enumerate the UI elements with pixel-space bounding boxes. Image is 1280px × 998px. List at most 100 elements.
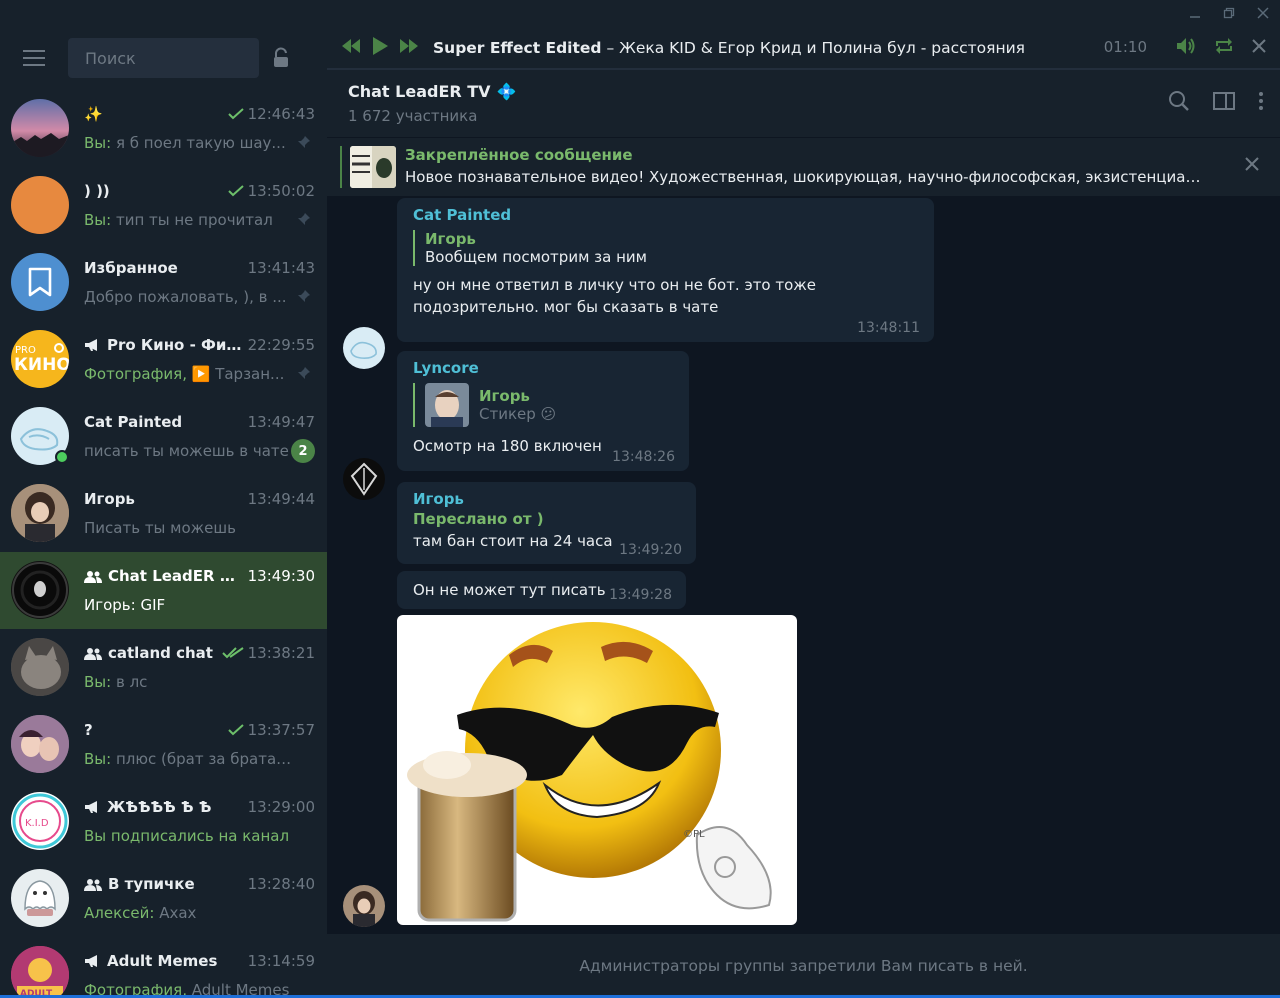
close-player-icon[interactable] (1252, 39, 1266, 57)
avatar (11, 484, 69, 542)
dialog-title: catland chat (84, 642, 244, 664)
player-controls (341, 37, 419, 59)
online-indicator (55, 450, 69, 464)
dialog-time: 13:41:43 (247, 259, 315, 277)
pinned-message[interactable]: Закреплённое сообщение Новое познаватель… (327, 138, 1280, 196)
more-icon[interactable] (1258, 91, 1264, 115)
pin-icon (297, 289, 311, 307)
pin-icon (297, 366, 311, 384)
dialog-preview: Фотография, ▶️ Тарзан... (84, 365, 285, 383)
volume-icon[interactable] (1176, 37, 1196, 59)
pinned-title: Закреплённое сообщение (405, 146, 633, 164)
close-pinned-icon[interactable] (1244, 156, 1260, 176)
group-icon (84, 570, 102, 583)
avatar[interactable] (343, 885, 385, 927)
dialog-time: 12:46:43 (227, 105, 315, 123)
dialog-title: Избранное (84, 259, 178, 277)
diamond-emoji: 💠 (496, 82, 517, 101)
dialog-time: 13:50:02 (227, 182, 315, 200)
dialog-preview: Писать ты можешь (84, 519, 236, 537)
avatar[interactable] (343, 327, 385, 369)
megaphone-icon (84, 338, 101, 352)
close-window-icon[interactable] (1246, 0, 1280, 26)
repeat-icon[interactable] (1214, 37, 1234, 59)
dialog-item[interactable]: ✨ 12:46:43 Вы: я б поел такую шау... (0, 90, 327, 167)
sticker-thumbnail (425, 383, 469, 427)
message-text: ну он мне ответил в личку что он не бот.… (413, 276, 817, 316)
dialog-time: 13:28:40 (247, 875, 315, 893)
next-track-icon[interactable] (399, 39, 419, 57)
window-titlebar (0, 0, 1280, 26)
chat-header: Chat LeadER TV 💠 1 672 участника (327, 70, 1280, 138)
reply-quote[interactable]: Игорь Стикер 😕 (413, 383, 673, 427)
dialog-item[interactable]: ? 13:37:57 Вы: плюс (брат за брата) эта.… (0, 706, 327, 783)
dialog-time: 13:49:47 (247, 413, 315, 431)
dialog-preview: Вы: в лс (84, 673, 148, 691)
sidebar-toggle-icon[interactable] (1212, 91, 1236, 115)
dialog-item-active[interactable]: Chat LeadER TV ... 13:49:30 Игорь: GIF (0, 552, 327, 629)
dialog-preview: Алексей: Ахах (84, 904, 197, 922)
member-count: 1 672 участника (348, 107, 478, 125)
dialog-item[interactable]: В тупичке 13:28:40 Алексей: Ахах (0, 860, 327, 937)
minimize-icon[interactable] (1178, 0, 1212, 26)
forwarded-from[interactable]: Переслано от ) (413, 508, 680, 530)
dialog-title: Chat LeadER TV ... (84, 565, 244, 587)
avatar[interactable] (343, 458, 385, 500)
message-bubble[interactable]: Игорь Переслано от ) там бан стоит на 24… (397, 482, 696, 564)
sidebar: ✨ 12:46:43 Вы: я б поел такую шау... ) )… (0, 26, 327, 998)
search-icon[interactable] (1168, 90, 1190, 116)
dialog-item[interactable]: PRO КИНО Pro Кино - Фил... 22:29:55 Фотог… (0, 321, 327, 398)
header-actions (1168, 90, 1264, 116)
bookmark-icon (11, 253, 69, 311)
message-bubble[interactable]: Cat Painted Игорь Вообщем посмотрим за н… (397, 198, 934, 342)
pinned-text: Новое познавательное видео! Художественн… (405, 168, 1205, 186)
play-icon[interactable] (371, 37, 389, 59)
megaphone-icon (84, 954, 101, 968)
dialog-item[interactable]: catland chat 13:38:21 Вы: в лс (0, 629, 327, 706)
message-bubble[interactable]: Lyncore Игорь Стикер 😕 Осмотр на 180 вкл… (397, 351, 689, 471)
window-controls (1178, 0, 1280, 26)
message-time: 13:49:28 (609, 587, 672, 603)
previous-track-icon[interactable] (341, 39, 361, 57)
search-input[interactable] (68, 38, 259, 78)
dialog-item[interactable]: Избранное 13:41:43 Добро пожаловать, ), … (0, 244, 327, 321)
message-history: Cat Painted Игорь Вообщем посмотрим за н… (327, 196, 1280, 934)
dialog-title: Adult Memes (84, 950, 244, 972)
media-player: Super Effect Edited – Жека KID & Егор Кр… (327, 26, 1280, 70)
dialog-item[interactable]: ADULT Adult Memes 13:14:59 Фотография, A… (0, 937, 327, 998)
lock-icon[interactable] (259, 26, 305, 90)
dialog-preview: Игорь: GIF (84, 596, 166, 614)
player-right-controls (1176, 26, 1266, 70)
dialog-item[interactable]: Игорь 13:49:44 Писать ты можешь (0, 475, 327, 552)
chat-area: Super Effect Edited – Жека KID & Егор Кр… (327, 26, 1280, 998)
dialog-preview: Добро пожаловать, ), в ... (84, 288, 287, 306)
pin-icon (297, 135, 311, 153)
chat-title[interactable]: Chat LeadER TV 💠 (348, 82, 516, 101)
dialog-time: 13:29:00 (247, 798, 315, 816)
composer-restricted-notice: Администраторы группы запретили Вам писа… (327, 934, 1280, 998)
avatar (11, 561, 69, 619)
track-title[interactable]: Super Effect Edited – Жека KID & Егор Кр… (433, 39, 1025, 57)
read-check-icon (227, 108, 244, 120)
dialog-preview: Вы: плюс (брат за брата) эта... (84, 750, 294, 768)
restore-icon[interactable] (1212, 0, 1246, 26)
dialog-item[interactable]: Cat Painted 13:49:47 писать ты можешь в … (0, 398, 327, 475)
pinned-bar (340, 146, 342, 188)
megaphone-icon (84, 800, 101, 814)
message-bubble[interactable]: Он не может тут писать 13:49:28 (397, 571, 686, 609)
dialog-time: 22:29:55 (247, 336, 315, 354)
reply-quote[interactable]: Игорь Вообщем посмотрим за ним (413, 230, 918, 266)
dialog-item[interactable]: K.I.D ЖѢѢѢѢ Ѣ Ѣ 13:29:00 Вы подписались … (0, 783, 327, 860)
unread-badge: 2 (291, 439, 315, 463)
dialog-title: ? (84, 721, 93, 739)
dialog-item[interactable]: ) )) 13:50:02 Вы: тип ты не прочитал (0, 167, 327, 244)
dialog-title: Pro Кино - Фил... (84, 334, 244, 356)
read-check-icon (227, 185, 244, 197)
read-check-icon (227, 724, 244, 736)
dialog-title: В тупичке (84, 873, 244, 895)
track-time: 01:10 (1103, 38, 1147, 56)
pinned-thumbnail (350, 146, 396, 188)
gif-media[interactable]: ©PL (397, 615, 797, 925)
hamburger-menu-icon[interactable] (0, 26, 68, 90)
avatar (11, 715, 69, 773)
